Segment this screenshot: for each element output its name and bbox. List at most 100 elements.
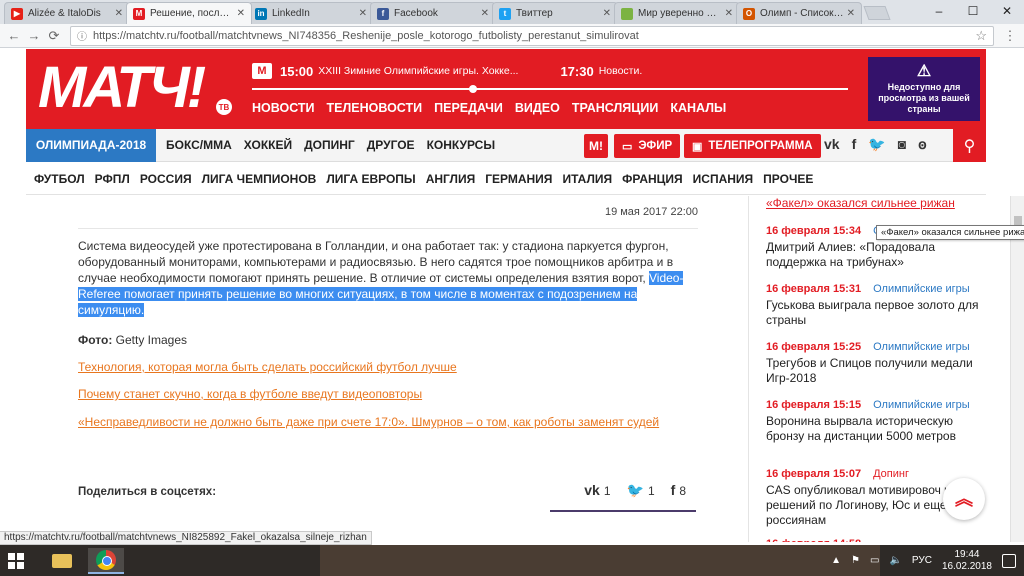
football-nav-item-6[interactable]: АНГЛИЯ bbox=[426, 172, 476, 186]
browser-tab-7[interactable]: O Олимп - Список ст ✕ bbox=[736, 2, 862, 24]
browser-tab-2[interactable]: M Решение, после ко ✕ bbox=[126, 2, 252, 24]
football-nav-item-5[interactable]: ЛИГА ЕВРОПЫ bbox=[326, 172, 415, 186]
share-twitter-button[interactable]: 🐦 1 bbox=[627, 482, 655, 499]
new-tab-button[interactable] bbox=[863, 6, 891, 20]
main-nav-item-4[interactable]: ВИДЕО bbox=[515, 101, 560, 115]
tray-arrow-icon[interactable]: ▲ bbox=[831, 555, 841, 566]
tab-close-icon[interactable]: ✕ bbox=[115, 8, 123, 19]
football-nav-item-11[interactable]: ПРОЧЕЕ bbox=[763, 172, 813, 186]
page-scrollbar[interactable] bbox=[1010, 196, 1024, 542]
news-item[interactable]: 16 февраля 15:25 Олимпийские игры Трегубов… bbox=[766, 341, 986, 386]
forward-arrow-icon[interactable]: → bbox=[24, 26, 44, 46]
ticker-time-1: 15:00 bbox=[280, 63, 314, 79]
football-nav-item-9[interactable]: ФРАНЦИЯ bbox=[622, 172, 683, 186]
football-nav-item-3[interactable]: РОССИЯ bbox=[140, 172, 192, 186]
football-nav-item-1[interactable]: ФУТБОЛ bbox=[34, 172, 85, 186]
tab-close-icon[interactable]: ✕ bbox=[359, 8, 367, 19]
tab-close-icon[interactable]: ✕ bbox=[237, 8, 245, 19]
maximize-icon[interactable]: ☐ bbox=[956, 0, 990, 22]
network-icon[interactable]: ▭ bbox=[870, 555, 879, 566]
windows-start-icon[interactable] bbox=[8, 553, 24, 569]
football-nav-item-4[interactable]: ЛИГА ЧЕМПИОНОВ bbox=[202, 172, 317, 186]
volume-icon[interactable]: 🔈 bbox=[889, 555, 901, 566]
secondary-nav-item-3[interactable]: ДОПИНГ bbox=[304, 138, 355, 152]
related-link-1[interactable]: Технология, которая могла быть сделать р… bbox=[78, 360, 457, 374]
main-nav-item-2[interactable]: ТЕЛЕНОВОСТИ bbox=[327, 101, 423, 115]
ticker-text-2[interactable]: Новости. bbox=[599, 65, 643, 77]
news-meta: 16 февраля 15:25 Олимпийские игры bbox=[766, 341, 986, 353]
tab-close-icon[interactable]: ✕ bbox=[603, 8, 611, 19]
browser-tab-3[interactable]: in LinkedIn ✕ bbox=[248, 2, 374, 24]
nav-olympics-2018[interactable]: ОЛИМПИАДА-2018 bbox=[26, 128, 156, 162]
sidebar-top-link[interactable]: «Факел» оказался сильнее рижан bbox=[766, 196, 986, 210]
site-logo[interactable]: МАТЧ! bbox=[38, 59, 206, 117]
share-facebook-button[interactable]: f8 bbox=[671, 482, 686, 499]
football-nav-item-10[interactable]: ИСПАНИЯ bbox=[693, 172, 754, 186]
secondary-nav-item-1[interactable]: БОКС/ММА bbox=[166, 138, 232, 152]
news-item[interactable]: 16 февраля 15:31 Олимпийские игры Гуськова… bbox=[766, 283, 986, 328]
efir-button[interactable]: ▭ ЭФИР bbox=[614, 134, 681, 158]
address-bar[interactable]: ⓘ https://matchtv.ru/football/matchtvnew… bbox=[70, 25, 994, 46]
news-title[interactable]: Гуськова выиграла первое золото для стра… bbox=[766, 298, 986, 328]
tab-close-icon[interactable]: ✕ bbox=[847, 8, 855, 19]
browser-tab-5[interactable]: t Твиттер ✕ bbox=[492, 2, 618, 24]
main-nav-item-6[interactable]: КАНАЛЫ bbox=[670, 101, 726, 115]
football-nav: ФУТБОЛ РФПЛ РОССИЯ ЛИГА ЧЕМПИОНОВ ЛИГА ЕВРОП… bbox=[26, 163, 986, 195]
chrome-icon[interactable] bbox=[88, 548, 124, 574]
reload-icon[interactable]: ⟳ bbox=[44, 26, 64, 46]
news-category[interactable]: Допинг bbox=[873, 468, 909, 480]
file-explorer-icon[interactable] bbox=[44, 548, 80, 574]
vk-icon[interactable]: vk bbox=[824, 136, 840, 153]
ticker-text-1[interactable]: XXIII Зимние Олимпийские игры. Хокке... bbox=[318, 65, 518, 77]
browser-tab-4[interactable]: f Facebook ✕ bbox=[370, 2, 496, 24]
news-category[interactable]: Олимпийские игры bbox=[873, 399, 970, 411]
news-item[interactable]: 16 февраля 15:15 Олимпийские игры Воронина… bbox=[766, 399, 986, 444]
window-controls: – ☐ ✕ bbox=[922, 0, 1024, 24]
facebook-icon[interactable]: f bbox=[852, 136, 857, 153]
tab-close-icon[interactable]: ✕ bbox=[725, 8, 733, 19]
news-title[interactable]: Дмитрий Алиев: «Порадовала поддержка на … bbox=[766, 240, 986, 270]
bookmark-star-icon[interactable]: ☆ bbox=[975, 28, 987, 44]
browser-tab-6[interactable]: Мир уверенно пол ✕ bbox=[614, 2, 740, 24]
main-nav-item-3[interactable]: ПЕРЕДАЧИ bbox=[434, 101, 503, 115]
related-link-2[interactable]: Почему станет скучно, когда в футболе вв… bbox=[78, 387, 422, 401]
news-title[interactable]: Воронина вырвала историческую бронзу на … bbox=[766, 414, 986, 444]
match-premier-button[interactable]: М! bbox=[584, 134, 608, 158]
flag-icon[interactable]: ⚑ bbox=[851, 555, 860, 566]
tv-program-button[interactable]: ▣ ТЕЛЕПРОГРАММА bbox=[684, 134, 821, 158]
news-category[interactable]: Олимпийские игры bbox=[873, 341, 970, 353]
search-icon[interactable]: ⚲ bbox=[953, 129, 986, 162]
news-title[interactable]: Трегубов и Спицов получили медали Игр-20… bbox=[766, 356, 986, 386]
tab-title: Мир уверенно пол bbox=[638, 8, 722, 19]
tab-close-icon[interactable]: ✕ bbox=[481, 8, 489, 19]
news-category[interactable]: Олимпийские игры bbox=[873, 283, 970, 295]
news-time: 16 февраля 15:15 bbox=[766, 399, 862, 411]
menu-dots-icon[interactable]: ⋮ bbox=[1000, 26, 1020, 46]
secondary-nav-item-5[interactable]: КОНКУРСЫ bbox=[427, 138, 496, 152]
football-nav-item-8[interactable]: ИТАЛИЯ bbox=[562, 172, 612, 186]
main-nav-item-1[interactable]: НОВОСТИ bbox=[252, 101, 315, 115]
tab-favicon-icon: t bbox=[499, 7, 511, 20]
info-icon[interactable]: ⓘ bbox=[77, 28, 87, 43]
twitter-icon[interactable]: 🐦 bbox=[868, 136, 885, 153]
minimize-icon[interactable]: – bbox=[922, 0, 956, 22]
related-link-3[interactable]: «Несправедливости не должно быть даже пр… bbox=[78, 415, 659, 429]
ticker-time-2: 17:30 bbox=[560, 63, 594, 79]
secondary-nav-item-4[interactable]: ДРУГОЕ bbox=[367, 138, 415, 152]
share-vk-button[interactable]: vk 1 bbox=[584, 482, 610, 499]
odnoklassniki-icon[interactable]: ꙩ bbox=[918, 136, 927, 153]
language-indicator[interactable]: РУС bbox=[912, 555, 932, 566]
news-meta: 16 февраля 14:58 bbox=[766, 538, 986, 542]
football-nav-item-7[interactable]: ГЕРМАНИЯ bbox=[485, 172, 552, 186]
news-item[interactable]: 16 февраля 14:58 bbox=[766, 538, 986, 542]
football-nav-item-2[interactable]: РФПЛ bbox=[95, 172, 130, 186]
back-arrow-icon[interactable]: ← bbox=[4, 26, 24, 46]
notifications-icon[interactable] bbox=[1002, 553, 1016, 568]
instagram-icon[interactable]: ◙ bbox=[898, 136, 906, 153]
clock[interactable]: 19:44 16.02.2018 bbox=[942, 549, 992, 573]
main-nav-item-5[interactable]: ТРАНСЛЯЦИИ bbox=[572, 101, 659, 115]
scroll-to-top-chevron-icon[interactable]: ︽ bbox=[943, 478, 985, 520]
secondary-nav-item-2[interactable]: ХОККЕЙ bbox=[244, 138, 292, 152]
close-window-icon[interactable]: ✕ bbox=[990, 0, 1024, 22]
browser-tab-1[interactable]: ▶ Alizée & ItaloDis ✕ bbox=[4, 2, 130, 24]
